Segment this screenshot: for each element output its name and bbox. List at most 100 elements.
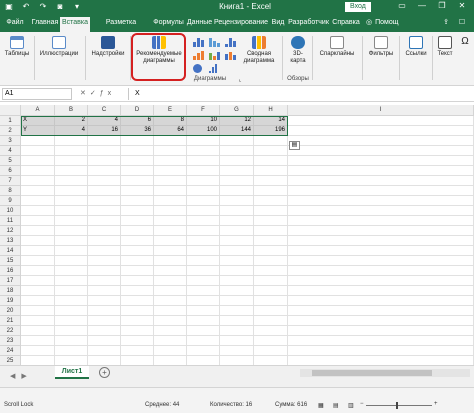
share-icon[interactable]: ⇪ <box>440 17 452 32</box>
links-button[interactable]: Ссылки <box>401 36 431 58</box>
tab-data[interactable]: Данные <box>186 17 213 32</box>
normal-view-icon[interactable]: ▦ <box>318 402 324 409</box>
name-box[interactable]: A1 <box>2 88 72 100</box>
formula-input[interactable]: X <box>128 88 468 100</box>
row-header-21[interactable]: 21 <box>0 316 21 326</box>
row-header-18[interactable]: 18 <box>0 286 21 296</box>
addins-button[interactable]: Надстройки <box>87 36 129 58</box>
column-header-e[interactable]: E <box>154 105 187 116</box>
tab-file[interactable]: Файл <box>4 17 26 32</box>
fx-icon[interactable]: ƒx <box>100 90 115 97</box>
sheet-tab-1[interactable]: Лист1 <box>55 366 89 379</box>
row-header-2[interactable]: 2 <box>0 126 21 136</box>
tab-home[interactable]: Главная <box>30 17 60 32</box>
tables-button[interactable]: Таблицы <box>2 36 32 58</box>
tab-page-layout[interactable]: Разметка страницы <box>90 17 152 38</box>
row-header-1[interactable]: 1 <box>0 116 21 126</box>
row-header-13[interactable]: 13 <box>0 236 21 246</box>
gridline <box>21 275 474 276</box>
tab-formulas[interactable]: Формулы <box>152 17 185 32</box>
signin-button[interactable]: Вход <box>345 2 371 12</box>
column-chart-icon[interactable] <box>193 38 205 47</box>
waterfall-chart-icon[interactable] <box>209 51 221 60</box>
scatter-chart-icon[interactable] <box>209 64 221 73</box>
row-header-8[interactable]: 8 <box>0 186 21 196</box>
tab-developer[interactable]: Разработчик <box>287 17 330 32</box>
row-header-9[interactable]: 9 <box>0 196 21 206</box>
combo-chart-icon[interactable] <box>225 51 237 60</box>
camera-icon[interactable]: ◙ <box>55 2 65 12</box>
pivot-chart-button[interactable]: Сводная диаграмма <box>240 36 278 65</box>
statistic-chart-icon[interactable] <box>225 38 237 47</box>
column-header-d[interactable]: D <box>121 105 154 116</box>
tab-help[interactable]: Справка <box>331 17 361 32</box>
minimize-button[interactable]: — <box>415 1 429 10</box>
ribbon-display-icon[interactable]: ▭ <box>395 1 409 10</box>
charts-dialog-launcher-icon[interactable]: ⌞ <box>236 76 244 83</box>
column-header-b[interactable]: B <box>55 105 88 116</box>
horizontal-scrollbar[interactable] <box>300 369 470 377</box>
3d-map-button[interactable]: 3D- карта <box>286 36 310 65</box>
page-break-view-icon[interactable]: ▥ <box>348 402 354 409</box>
row-header-6[interactable]: 6 <box>0 166 21 176</box>
row-header-3[interactable]: 3 <box>0 136 21 146</box>
row-header-14[interactable]: 14 <box>0 246 21 256</box>
ribbon-separator <box>432 36 433 80</box>
tell-me-search[interactable]: ◎ Помощ <box>366 17 411 32</box>
filters-button[interactable]: Фильтры <box>364 36 398 58</box>
quick-analysis-icon[interactable]: ▤ <box>289 141 300 150</box>
row-header-15[interactable]: 15 <box>0 256 21 266</box>
add-sheet-button[interactable]: + <box>99 367 110 378</box>
prev-sheet-icon[interactable]: ◀ <box>10 373 21 380</box>
text-button[interactable]: Текст <box>434 36 456 58</box>
customize-icon[interactable]: ▾ <box>72 2 82 12</box>
column-header-a[interactable]: A <box>21 105 55 116</box>
scrollbar-thumb[interactable] <box>312 370 432 376</box>
pie-chart-icon[interactable] <box>193 64 205 73</box>
title-bar: ▣ ↶ ↷ ◙ ▾ Книга1 - Excel Вход ▭ — ❐ ✕ <box>0 0 474 14</box>
zoom-in-icon[interactable]: + <box>434 401 438 407</box>
tab-insert[interactable]: Вставка <box>60 17 90 32</box>
row-header-23[interactable]: 23 <box>0 336 21 346</box>
row-header-16[interactable]: 16 <box>0 266 21 276</box>
row-header-5[interactable]: 5 <box>0 156 21 166</box>
column-header-c[interactable]: C <box>88 105 121 116</box>
row-header-10[interactable]: 10 <box>0 206 21 216</box>
illustrations-button[interactable]: Иллюстрации <box>36 36 82 58</box>
ribbon-separator <box>312 36 313 80</box>
tab-view[interactable]: Вид <box>270 17 286 32</box>
row-header-22[interactable]: 22 <box>0 326 21 336</box>
zoom-out-icon[interactable]: − <box>360 401 364 407</box>
row-header-12[interactable]: 12 <box>0 226 21 236</box>
column-header-h[interactable]: H <box>254 105 288 116</box>
row-header-11[interactable]: 11 <box>0 216 21 226</box>
line-chart-icon[interactable] <box>193 51 205 60</box>
row-header-7[interactable]: 7 <box>0 176 21 186</box>
symbols-button[interactable]: Ω <box>458 36 472 51</box>
redo-icon[interactable]: ↷ <box>38 2 48 12</box>
row-header-4[interactable]: 4 <box>0 146 21 156</box>
column-header-g[interactable]: G <box>220 105 254 116</box>
row-header-19[interactable]: 19 <box>0 296 21 306</box>
comments-icon[interactable]: ☐ <box>456 17 468 32</box>
cancel-icon[interactable]: ✕ <box>80 90 90 97</box>
close-button[interactable]: ✕ <box>455 1 469 10</box>
column-header-i[interactable]: I <box>288 105 474 116</box>
column-header-f[interactable]: F <box>187 105 220 116</box>
enter-icon[interactable]: ✓ <box>90 90 100 97</box>
worksheet-grid[interactable]: A B C D E F G H I 1 2 3 4 5 6 7 8 9 10 11 12 13 14 15 16 17 18 19 20… <box>0 105 474 366</box>
page-layout-view-icon[interactable]: ▤ <box>333 402 339 409</box>
maximize-button[interactable]: ❐ <box>435 1 449 10</box>
tab-review[interactable]: Рецензирование <box>214 17 268 32</box>
row-header-24[interactable]: 24 <box>0 346 21 356</box>
undo-icon[interactable]: ↶ <box>21 2 31 12</box>
save-icon[interactable]: ▣ <box>4 2 14 12</box>
row-header-20[interactable]: 20 <box>0 306 21 316</box>
zoom-slider[interactable]: − + <box>360 401 440 409</box>
zoom-knob[interactable] <box>396 402 398 409</box>
sparklines-button[interactable]: Спарклайны <box>314 36 360 58</box>
next-sheet-icon[interactable]: ▶ <box>21 373 32 380</box>
select-all-corner[interactable] <box>0 105 21 116</box>
row-header-17[interactable]: 17 <box>0 276 21 286</box>
hierarchy-chart-icon[interactable] <box>209 38 221 47</box>
